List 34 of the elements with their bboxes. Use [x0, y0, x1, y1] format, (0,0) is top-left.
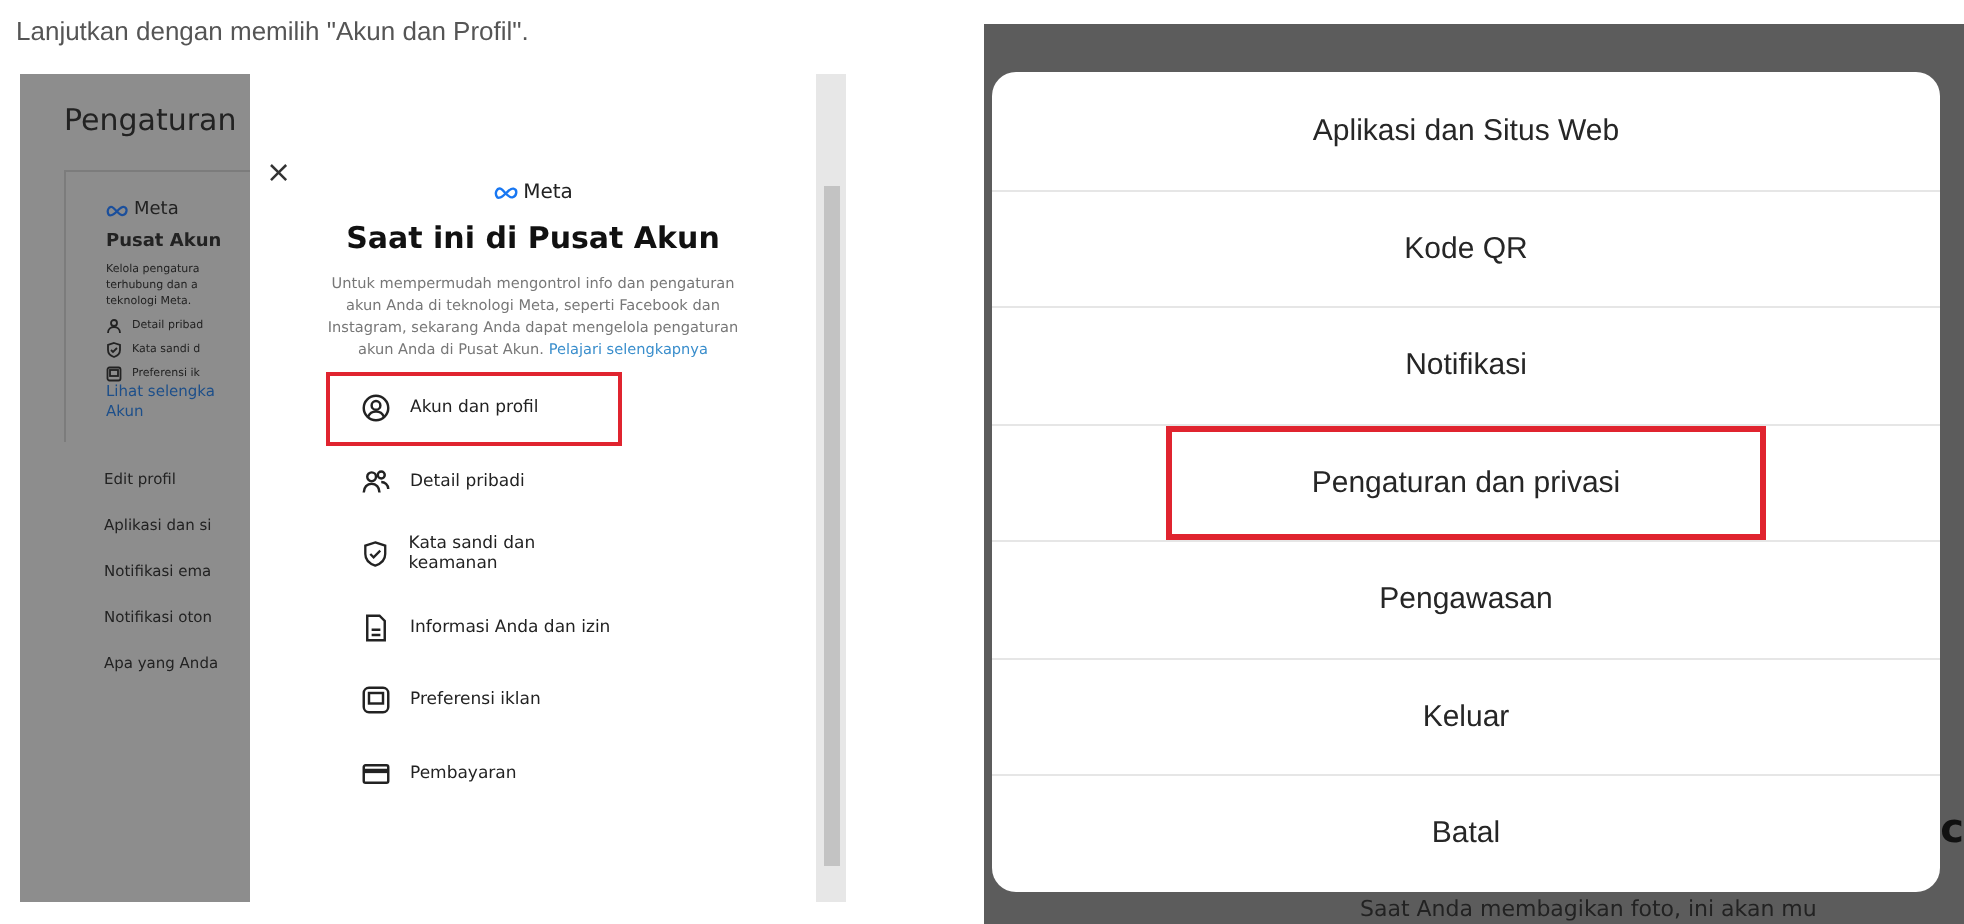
account-menu-item[interactable]: Akun dan profil: [326, 372, 622, 445]
dialog-title: Saat ini di Pusat Akun: [346, 220, 720, 256]
account-menu-item[interactable]: Kata sandi dan keamanan: [326, 518, 622, 591]
sheet-option[interactable]: Kode QR: [1258, 191, 1674, 306]
account-menu-item[interactable]: Preferensi iklan: [326, 664, 622, 737]
account-menu-item[interactable]: Informasi Anda dan izin: [326, 591, 622, 664]
user-circle-icon: [362, 394, 390, 423]
page-title: Pengaturan: [64, 102, 239, 138]
scrollbar[interactable]: [816, 74, 846, 902]
document-icon: [362, 613, 390, 642]
account-menu-item[interactable]: Pembayaran: [326, 737, 622, 810]
shield-icon: [106, 342, 122, 358]
logo-text: Meta: [134, 200, 179, 220]
card-title: Pusat Akun: [106, 232, 224, 252]
logo-text: Meta: [523, 182, 573, 204]
instruction-text: Lanjutkan dengan memilih "Akun dan Profil".: [16, 16, 531, 46]
account-menu-item[interactable]: Detail pribadi: [326, 445, 622, 518]
card-icon: [362, 759, 390, 788]
close-button[interactable]: ×: [262, 154, 296, 190]
sheet-option[interactable]: Notifikasi: [1259, 308, 1673, 423]
screen-icon: [362, 686, 390, 715]
sheet-option[interactable]: Batal: [1285, 776, 1647, 891]
person-icon: [106, 318, 122, 334]
sheet-option[interactable]: Keluar: [1276, 659, 1656, 774]
sheet-option[interactable]: Pengaturan dan privasi: [1165, 425, 1767, 540]
people-icon: [362, 467, 390, 496]
meta-logo-icon: [106, 203, 130, 217]
frame-icon: [106, 366, 122, 382]
sheet-option[interactable]: Pengawasan: [1233, 542, 1699, 657]
footer-text: Saat Anda membagikan foto, ini akan mu: [1360, 895, 1819, 921]
meta-logo-icon: [493, 186, 520, 200]
sheet-option[interactable]: Aplikasi dan Situs Web: [1166, 73, 1766, 188]
partial-letter: c: [1940, 808, 1964, 848]
shield-check-icon: [362, 540, 389, 569]
